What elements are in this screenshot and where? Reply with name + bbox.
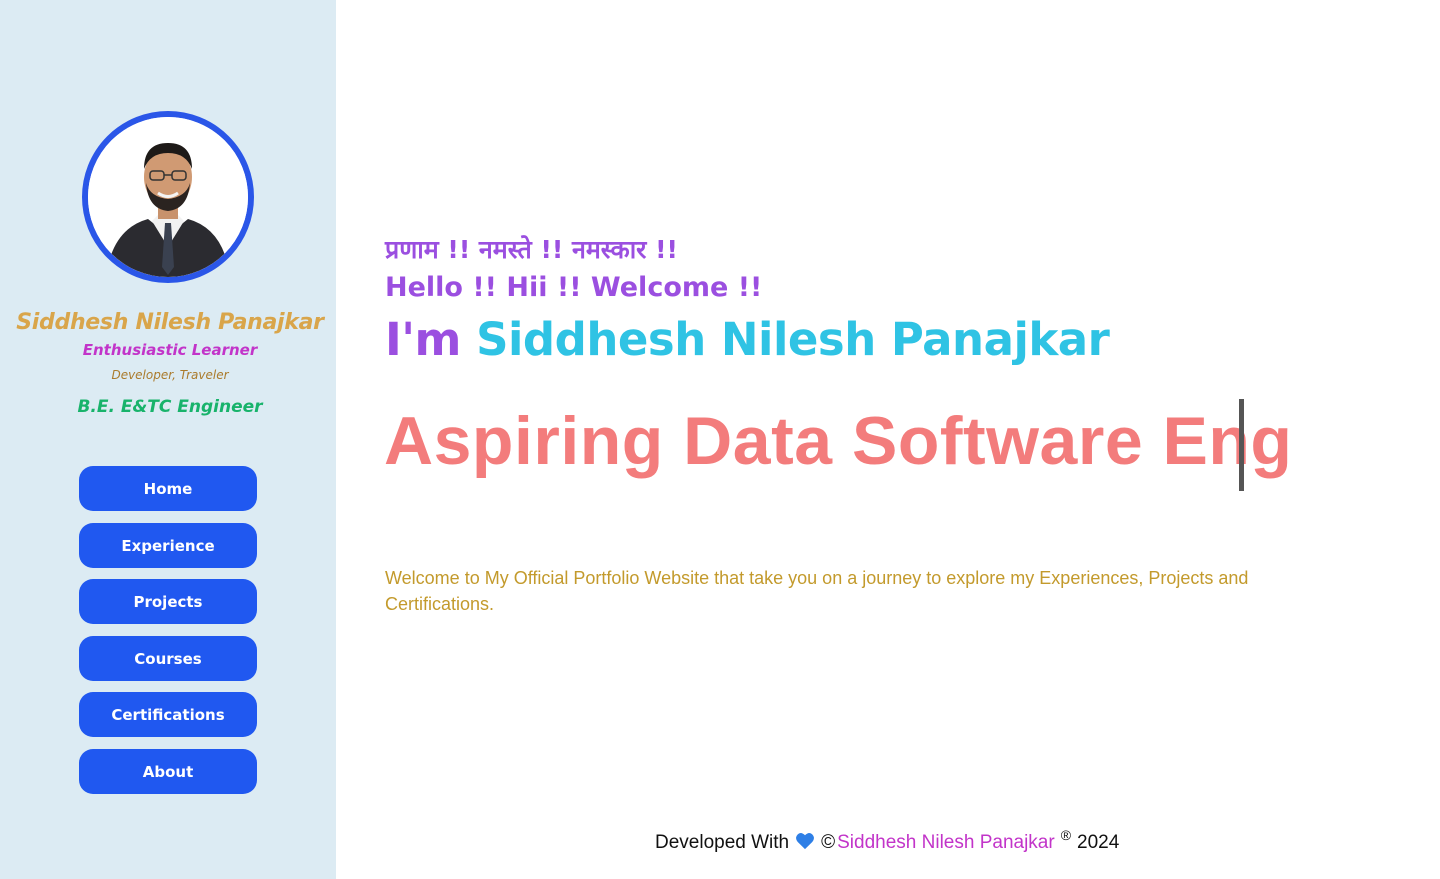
sidebar: Siddhesh Nilesh Panajkar Enthusiastic Le… [0, 0, 336, 879]
sidebar-name: Siddhesh Nilesh Panajkar [16, 310, 324, 335]
footer-registered: ® [1060, 827, 1072, 843]
greeting-hindi: प्रणाम !! नमस्ते !! नमस्कार !! [385, 235, 678, 264]
typing-headline: Aspiring Data Software Eng [384, 403, 1293, 479]
avatar [82, 111, 254, 283]
nav-about-button[interactable]: About [79, 749, 257, 794]
nav-home-button[interactable]: Home [79, 466, 257, 511]
sidebar-degree: B.E. E&TC Engineer [77, 397, 263, 417]
nav-projects-button[interactable]: Projects [79, 579, 257, 624]
intro-heading: I'm Siddhesh Nilesh Panajkar [385, 313, 1110, 366]
welcome-paragraph: Welcome to My Official Portfolio Website… [385, 568, 1249, 614]
footer: Developed With © Siddhesh Nilesh Panajka… [655, 827, 1120, 854]
sidebar-subtitle: Developer, Traveler [111, 368, 229, 382]
greeting-english: Hello !! Hii !! Welcome !! [385, 272, 763, 303]
typing-caret [1239, 399, 1244, 491]
footer-prefix: Developed With [655, 832, 790, 853]
portfolio-page: Siddhesh Nilesh Panajkar Enthusiastic Le… [0, 0, 1440, 879]
profile-photo [88, 117, 248, 277]
sidebar-tagline: Enthusiastic Learner [82, 341, 258, 359]
nav-experience-button[interactable]: Experience [79, 523, 257, 568]
footer-copyright: © [821, 832, 836, 853]
nav-certifications-button[interactable]: Certifications [79, 692, 257, 737]
intro-name: Siddhesh Nilesh Panajkar [476, 313, 1110, 366]
intro-prefix: I'm [385, 313, 461, 366]
nav-courses-button[interactable]: Courses [79, 636, 257, 681]
footer-year: 2024 [1077, 832, 1120, 853]
blue-heart-icon [795, 832, 815, 854]
footer-author-link[interactable]: Siddhesh Nilesh Panajkar [837, 832, 1055, 854]
